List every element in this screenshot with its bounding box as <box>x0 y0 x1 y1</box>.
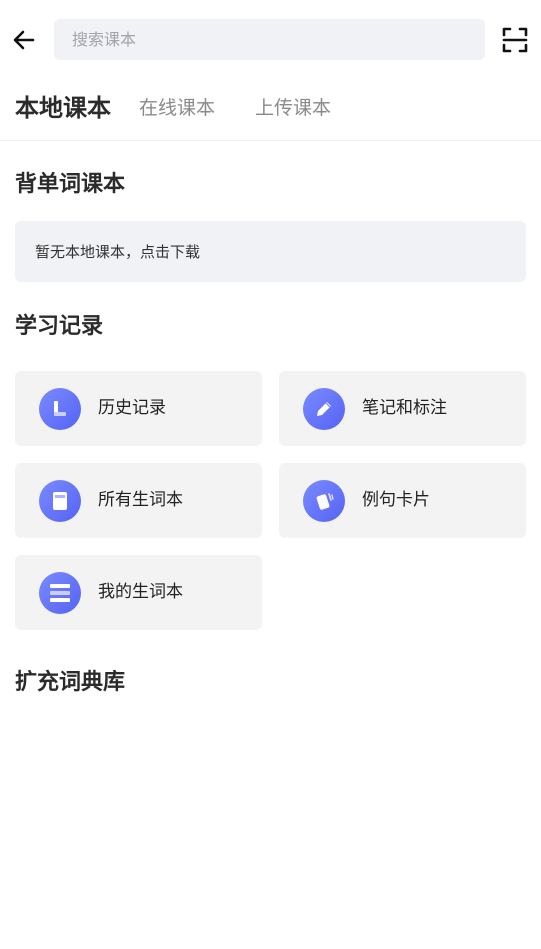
download-textbook-prompt[interactable]: 暂无本地课本，点击下载 <box>15 221 526 282</box>
back-button[interactable] <box>10 26 38 54</box>
example-cards-card[interactable]: 例句卡片 <box>279 463 526 538</box>
scan-button[interactable] <box>501 26 529 54</box>
history-icon <box>39 388 81 430</box>
all-wordbooks-label: 所有生词本 <box>98 490 183 510</box>
history-label: 历史记录 <box>98 398 166 418</box>
cards-icon <box>303 480 345 522</box>
all-wordbooks-card[interactable]: 所有生词本 <box>15 463 262 538</box>
my-wordbook-card[interactable]: 我的生词本 <box>15 555 262 630</box>
tab-online-textbooks[interactable]: 在线课本 <box>139 90 215 126</box>
section-title-dictionaries: 扩充词典库 <box>15 670 126 695</box>
list-icon <box>39 572 81 614</box>
example-cards-label: 例句卡片 <box>362 490 430 510</box>
top-bar <box>0 0 541 80</box>
tab-local-textbooks[interactable]: 本地课本 <box>15 90 111 126</box>
tab-bar: 本地课本 在线课本 上传课本 <box>0 80 541 141</box>
empty-textbooks-text: 暂无本地课本，点击下载 <box>35 243 201 261</box>
pencil-icon <box>303 388 345 430</box>
arrow-left-icon <box>13 30 35 50</box>
notes-card[interactable]: 笔记和标注 <box>279 371 526 446</box>
notebook-icon <box>39 480 81 522</box>
search-input[interactable] <box>70 29 485 50</box>
search-box[interactable] <box>54 19 485 60</box>
section-title-study-records: 学习记录 <box>15 314 104 339</box>
my-wordbook-label: 我的生词本 <box>98 582 183 602</box>
scan-icon <box>502 27 528 53</box>
notes-label: 笔记和标注 <box>362 398 447 418</box>
history-card[interactable]: 历史记录 <box>15 371 262 446</box>
tab-upload-textbooks[interactable]: 上传课本 <box>255 90 331 126</box>
section-title-textbooks: 背单词课本 <box>15 172 126 197</box>
